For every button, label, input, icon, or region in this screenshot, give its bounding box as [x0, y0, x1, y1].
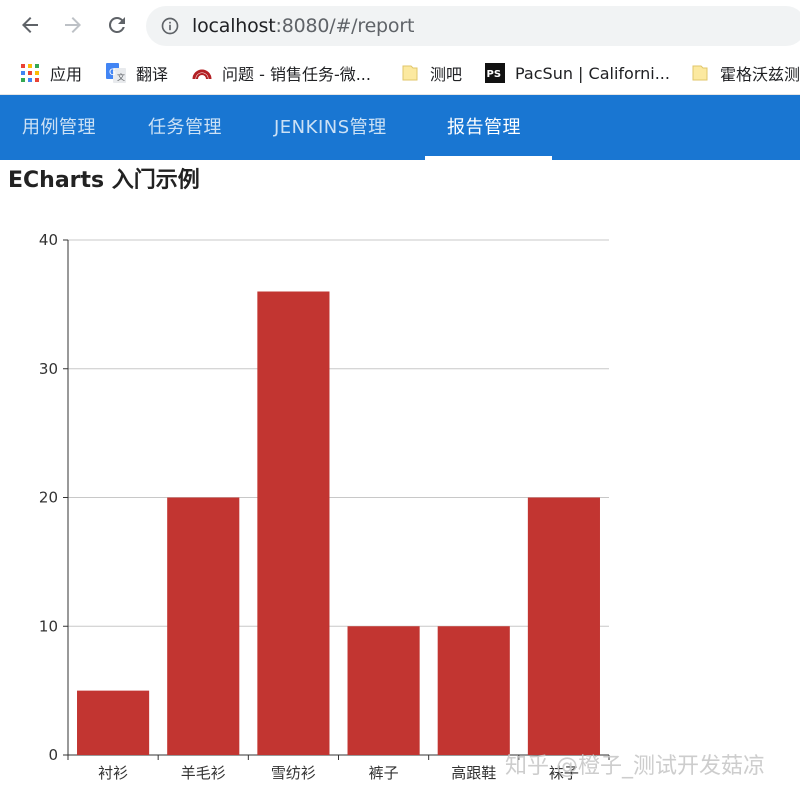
bookmark-redmine[interactable]: 问题 - 销售任务-微...: [192, 60, 371, 86]
y-tick-label: 20: [39, 489, 58, 507]
x-tick-label: 高跟鞋: [451, 764, 496, 782]
bookmark-label: 霍格沃兹测: [720, 65, 800, 84]
tab-jenkins-management[interactable]: JENKINS管理: [274, 95, 387, 160]
bar[interactable]: [257, 291, 330, 756]
tab-report-management[interactable]: 报告管理: [447, 95, 521, 160]
google-translate-icon: G 文: [106, 63, 126, 83]
bookmark-pacsun[interactable]: PS PacSun | Californi...: [485, 60, 670, 86]
svg-text:G: G: [109, 68, 116, 78]
bar[interactable]: [437, 626, 510, 755]
address-bar[interactable]: localhost:8080/#/report: [146, 6, 800, 46]
reload-button[interactable]: [102, 10, 132, 40]
bookmark-translate[interactable]: G 文 翻译: [106, 60, 168, 86]
bookmark-label: 应用: [50, 65, 83, 84]
y-tick-label: 10: [39, 617, 58, 635]
bookmark-label: 问题 - 销售任务-微...: [222, 65, 371, 84]
y-tick-label: 40: [39, 231, 58, 249]
y-tick-label: 30: [39, 360, 58, 378]
bookmark-apps[interactable]: 应用: [20, 60, 82, 86]
bookmark-label: 测吧: [430, 65, 463, 84]
url-host: localhost: [192, 15, 276, 37]
bookmark-label: 翻译: [136, 65, 169, 84]
browser-toolbar: localhost:8080/#/report: [0, 0, 800, 52]
active-tab-indicator: [425, 156, 552, 160]
tab-task-management[interactable]: 任务管理: [148, 95, 222, 160]
y-tick-label: 0: [48, 746, 58, 764]
forward-button[interactable]: [58, 10, 88, 40]
x-tick-label: 衬衫: [98, 764, 128, 782]
arrow-right-icon: [65, 17, 81, 33]
arrow-left-icon: [22, 17, 38, 33]
svg-text:PS: PS: [487, 69, 502, 80]
reload-icon: [108, 16, 125, 33]
svg-text:文: 文: [117, 72, 125, 82]
bar-chart: 010203040衬衫 羊毛衫 雪纺衫 裤子 高跟鞋 袜子: [39, 231, 610, 782]
url-path: :8080/#/report: [275, 15, 415, 37]
x-tick-label: 羊毛衫: [181, 764, 226, 782]
x-tick-label: 雪纺衫: [271, 764, 316, 782]
apps-grid-icon: [21, 64, 39, 82]
bar[interactable]: [527, 497, 600, 756]
bookmark-hogwarts[interactable]: 霍格沃兹测: [690, 60, 800, 86]
folder-icon: [402, 65, 418, 81]
tab-case-management[interactable]: 用例管理: [22, 95, 96, 160]
watermark-text: 知乎 @橙子_测试开发菇凉: [505, 754, 765, 779]
bar[interactable]: [347, 626, 420, 755]
x-tick-label: 裤子: [369, 764, 399, 782]
app-nav-bar: 用例管理 任务管理 JENKINS管理 报告管理: [0, 95, 800, 160]
url-text: localhost:8080/#/report: [192, 15, 414, 37]
back-button[interactable]: [15, 10, 45, 40]
folder-icon: [692, 65, 708, 81]
info-icon[interactable]: [160, 16, 180, 36]
bar[interactable]: [77, 690, 150, 755]
bookmarks-bar: 应用 G 文 翻译 问题 - 销售任务-微... 测吧 PS PacSun | …: [0, 52, 800, 95]
bookmark-label: PacSun | Californi...: [515, 63, 670, 83]
redmine-icon: [192, 69, 212, 80]
bar[interactable]: [167, 497, 240, 756]
bookmark-ceba[interactable]: 测吧: [400, 60, 462, 86]
pacsun-icon: PS: [485, 63, 505, 83]
